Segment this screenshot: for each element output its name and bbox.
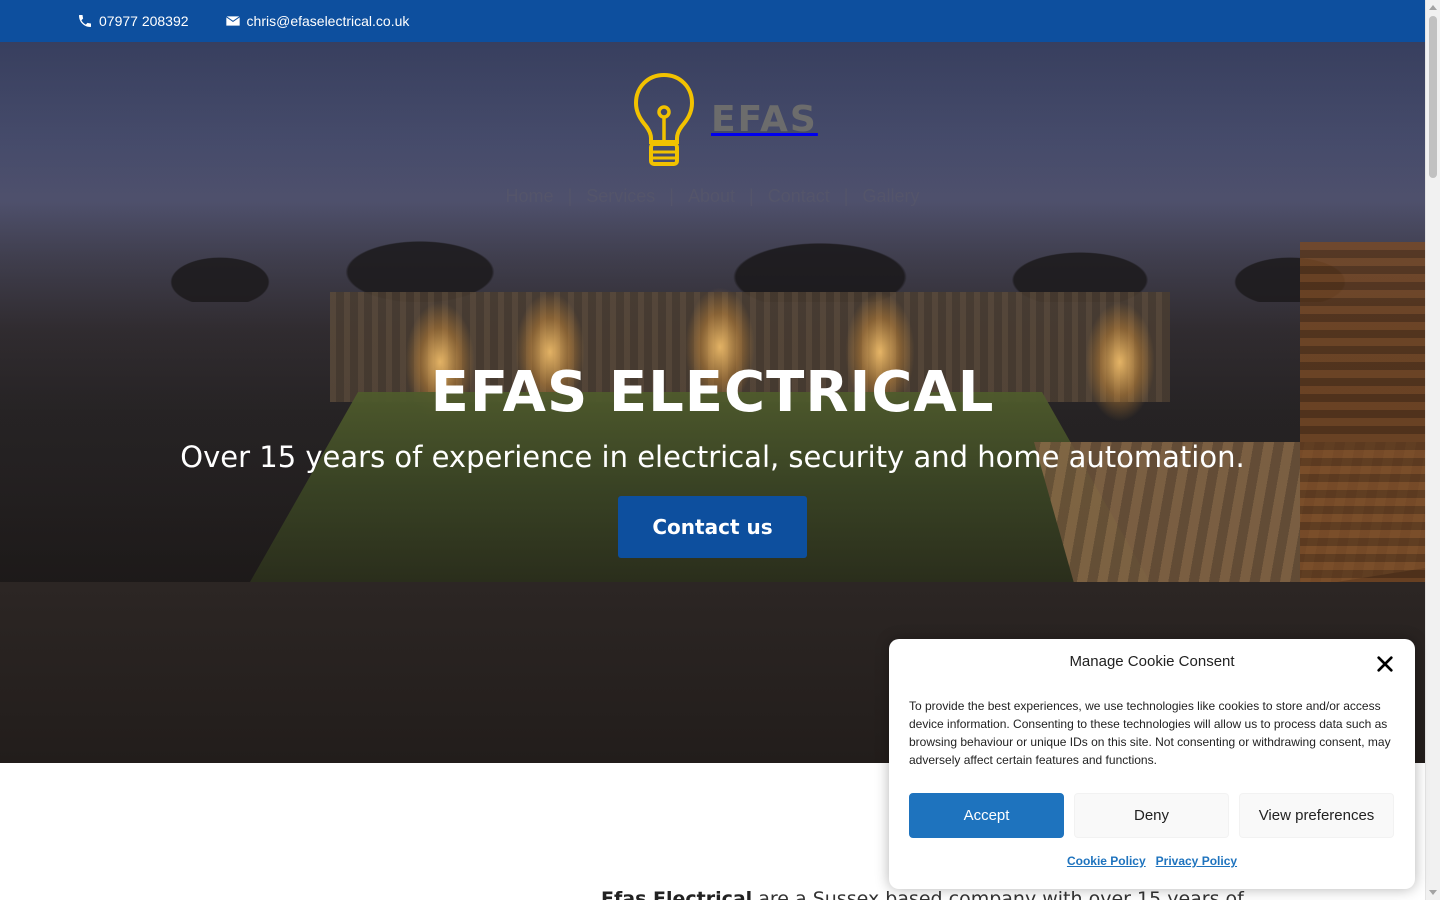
cookie-buttons: Accept Deny View preferences [909,793,1394,838]
nav-item-home[interactable]: Home [506,186,554,207]
site-logo[interactable]: EFAS [633,72,818,168]
cookie-policy-links: Cookie Policy Privacy Policy [889,854,1415,868]
cookie-consent-dialog: Manage Cookie Consent To provide the bes… [889,639,1415,889]
phone-icon [79,15,91,27]
nav-separator: | [749,186,754,206]
view-preferences-button[interactable]: View preferences [1239,793,1394,838]
intro-text: are a Sussex based company with over 15 … [752,888,1244,900]
email-address: chris@efaselectrical.co.uk [246,13,410,29]
nav-item-contact[interactable]: Contact [768,186,830,207]
top-contact-bar: 07977 208392 chris@efaselectrical.co.uk [0,0,1425,42]
email-link[interactable]: chris@efaselectrical.co.uk [225,13,410,29]
hero-background-trees [0,192,1425,302]
nav-item-gallery[interactable]: Gallery [862,186,919,207]
intro-company-name: Efas Electrical [601,888,753,900]
logo-text: EFAS [711,98,818,140]
nav-item-services[interactable]: Services [586,186,655,207]
nav-separator: | [843,186,849,206]
close-cookie-dialog-button[interactable] [1375,655,1395,675]
main-navigation: Home | Services | About | Contact | Gall… [0,186,1425,207]
nav-separator: | [567,186,573,206]
cookie-policy-link[interactable]: Cookie Policy [1067,854,1146,868]
contact-us-button[interactable]: Contact us [618,496,807,558]
phone-link[interactable]: 07977 208392 [77,13,189,29]
nav-separator: | [669,186,674,206]
cookie-message: To provide the best experiences, we use … [909,699,1391,767]
envelope-icon [225,16,240,26]
hero-subtitle: Over 15 years of experience in electrica… [180,440,1245,474]
cookie-dialog-title: Manage Cookie Consent [1069,653,1235,670]
close-icon [1377,656,1393,672]
scroll-down-arrow-icon[interactable] [1429,890,1437,895]
hero-title: EFAS ELECTRICAL [430,360,995,425]
privacy-policy-link[interactable]: Privacy Policy [1156,854,1237,868]
scroll-up-arrow-icon[interactable] [1429,5,1437,10]
lightbulb-icon [633,72,695,166]
intro-paragraph: Efas Electrical are a Sussex based compa… [601,888,1244,900]
phone-number: 07977 208392 [99,13,189,29]
nav-item-about[interactable]: About [688,186,735,207]
accept-cookies-button[interactable]: Accept [909,793,1064,838]
scrollbar-thumb[interactable] [1429,16,1437,178]
page-scrollbar[interactable] [1425,0,1440,900]
deny-cookies-button[interactable]: Deny [1074,793,1229,838]
